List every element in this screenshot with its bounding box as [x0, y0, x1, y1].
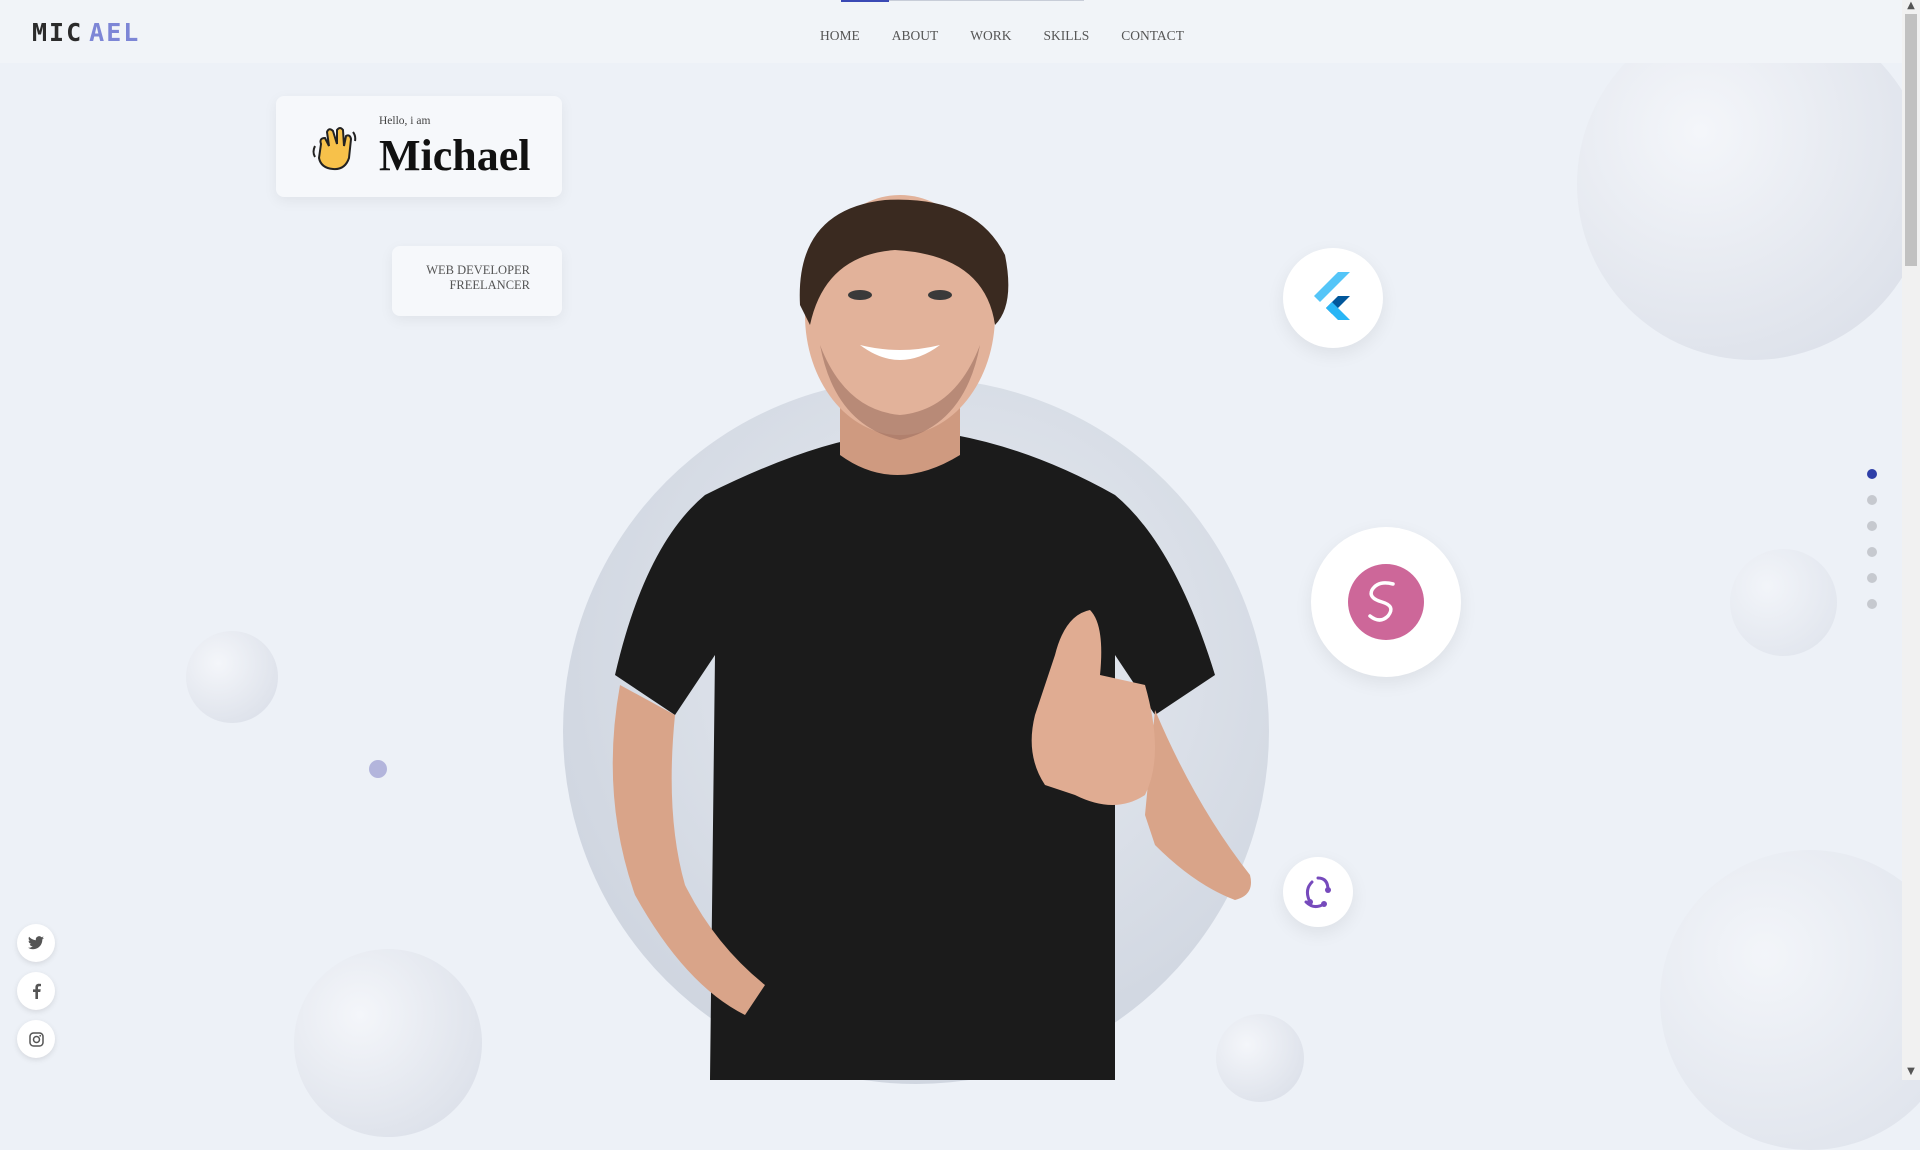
section-dot-2[interactable] — [1867, 495, 1877, 505]
decor-circle — [294, 949, 482, 1137]
logo-part-1: MIC — [32, 18, 84, 47]
nav-skills[interactable]: SKILLS — [1044, 28, 1090, 44]
nav-active-indicator — [841, 0, 889, 2]
scroll-up-icon[interactable]: ▲ — [1905, 0, 1917, 12]
twitter-icon — [28, 936, 44, 950]
instagram-icon — [28, 1031, 44, 1047]
hero-name: Michael — [379, 131, 531, 180]
flutter-badge — [1283, 248, 1383, 348]
facebook-icon — [32, 983, 41, 999]
section-dot-5[interactable] — [1867, 573, 1877, 583]
hello-card: Hello, i am Michael — [276, 96, 562, 197]
logo[interactable]: MIC AEL — [32, 18, 140, 48]
section-dot-3[interactable] — [1867, 521, 1877, 531]
main-nav: HOME ABOUT WORK SKILLS CONTACT — [820, 28, 1184, 44]
nav-indicator-track — [889, 0, 1084, 1]
flutter-icon — [1314, 272, 1350, 320]
instagram-link[interactable] — [17, 1020, 55, 1058]
decor-circle — [186, 631, 278, 723]
header: MIC AEL HOME ABOUT WORK SKILLS CONTACT — [0, 0, 1902, 63]
scrollbar-thumb[interactable] — [1905, 14, 1917, 266]
portrait-image — [612, 195, 1251, 1080]
role-freelancer: FREELANCER — [449, 278, 530, 292]
social-links — [17, 924, 55, 1058]
hello-greeting: Hello, i am — [379, 115, 431, 127]
section-dot-4[interactable] — [1867, 547, 1877, 557]
section-dot-6[interactable] — [1867, 599, 1877, 609]
sass-icon — [1348, 564, 1424, 640]
nav-contact[interactable]: CONTACT — [1121, 28, 1184, 44]
nav-about[interactable]: ABOUT — [892, 28, 939, 44]
redux-badge — [1283, 857, 1353, 927]
decor-dot — [369, 760, 387, 778]
section-pagination — [1867, 469, 1877, 609]
decor-circle — [1730, 549, 1837, 656]
scroll-down-icon[interactable]: ▼ — [1905, 1066, 1917, 1078]
logo-part-2: AEL — [89, 18, 141, 47]
role-web-developer: WEB DEVELOPER — [426, 263, 530, 277]
facebook-link[interactable] — [17, 972, 55, 1010]
section-dot-1[interactable] — [1867, 469, 1877, 479]
sass-badge — [1311, 527, 1461, 677]
waving-hand-icon — [312, 127, 357, 171]
redux-icon — [1304, 876, 1331, 909]
nav-work[interactable]: WORK — [970, 28, 1011, 44]
twitter-link[interactable] — [17, 924, 55, 962]
nav-home[interactable]: HOME — [820, 28, 860, 44]
role-card: WEB DEVELOPER FREELANCER — [392, 246, 562, 316]
decor-circle — [1660, 850, 1920, 1150]
